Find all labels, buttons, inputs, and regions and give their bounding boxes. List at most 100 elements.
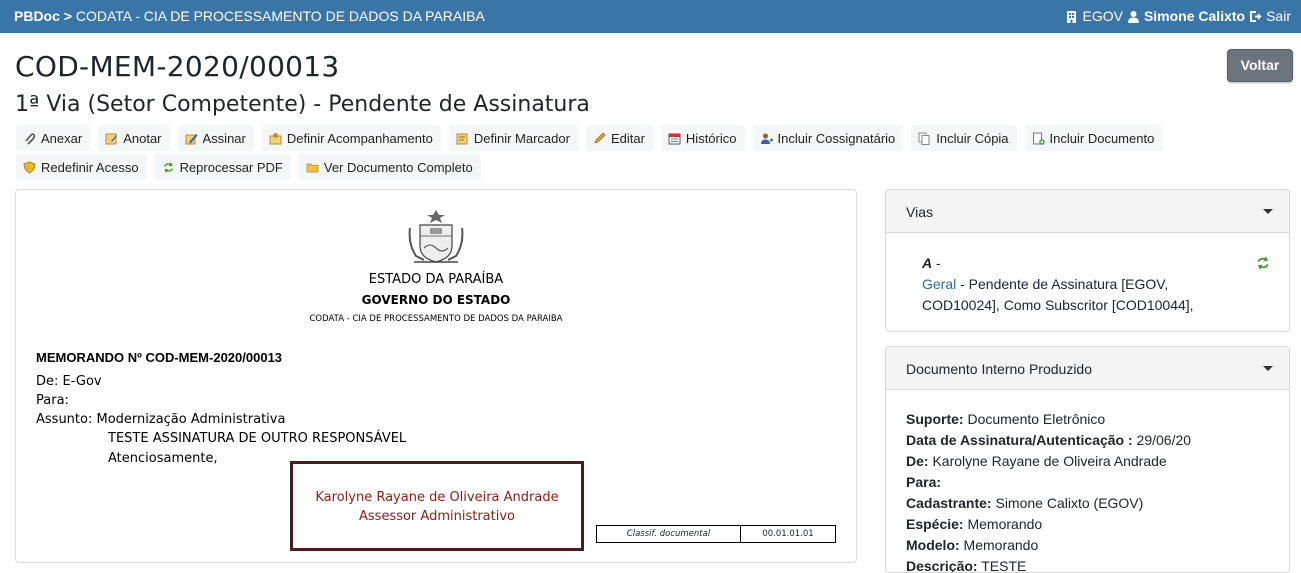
- history-label: Histórico: [685, 130, 737, 146]
- annotate-button[interactable]: Anotar: [98, 125, 170, 151]
- history-button[interactable]: Histórico: [660, 125, 745, 151]
- attach-button[interactable]: Anexar: [16, 125, 91, 151]
- edit-button[interactable]: Editar: [585, 125, 653, 151]
- attach-label: Anexar: [41, 130, 83, 146]
- caret-down-icon[interactable]: [1263, 366, 1273, 371]
- sign-button[interactable]: Assinar: [177, 125, 254, 151]
- organization-name: CODATA - CIA DE PROCESSAMENTO DE DADOS D…: [75, 8, 485, 24]
- caret-down-icon[interactable]: [1263, 209, 1273, 214]
- tag-icon: [456, 133, 468, 144]
- paperclip-icon: [25, 132, 36, 145]
- follow-icon: [269, 132, 282, 144]
- define-marker-button[interactable]: Definir Marcador: [448, 125, 578, 151]
- refresh-icon[interactable]: [1255, 255, 1271, 271]
- reprocess-pdf-label: Reprocessar PDF: [179, 159, 283, 175]
- vias-panel-header[interactable]: Vias: [886, 190, 1289, 233]
- copy-icon: [918, 132, 930, 145]
- brand-separator: >: [63, 8, 72, 24]
- prop-label: Descrição:: [906, 558, 978, 573]
- shield-icon: [23, 161, 36, 173]
- vias-header-title: Vias: [906, 204, 933, 220]
- add-document-label: Incluir Documento: [1049, 130, 1155, 146]
- via-status-line2: COD10024], Como Subscritor [COD10044],: [922, 297, 1194, 313]
- add-copy-label: Incluir Cópia: [936, 130, 1009, 146]
- action-toolbar-row1: Anexar Anotar Assinar Definir Acompanham…: [16, 125, 1206, 151]
- page-title: COD-MEM-2020/00013: [15, 50, 340, 83]
- prop-label: Suporte:: [906, 411, 964, 427]
- unit-label[interactable]: EGOV: [1082, 8, 1122, 24]
- edit-label: Editar: [610, 130, 645, 146]
- navbar-brand[interactable]: PBDoc > CODATA - CIA DE PROCESSAMENTO DE…: [14, 8, 485, 24]
- prop-label: Modelo:: [906, 537, 960, 553]
- internal-document-header[interactable]: Documento Interno Produzido: [886, 347, 1289, 390]
- refresh-icon: [163, 161, 173, 173]
- prop-value: Simone Calixto (EGOV): [995, 495, 1144, 511]
- view-full-document-button[interactable]: Ver Documento Completo: [298, 154, 481, 180]
- user-add-icon: [760, 132, 773, 144]
- via-letter-line: A -: [922, 255, 941, 271]
- document-add-icon: [1032, 132, 1045, 145]
- via-status-line: Geral - Pendente de Assinatura [EGOV,: [922, 276, 1168, 292]
- via-geral-link[interactable]: Geral: [922, 276, 956, 292]
- add-copy-button[interactable]: Incluir Cópia: [911, 125, 1017, 151]
- internal-document-title: Documento Interno Produzido: [906, 361, 1092, 377]
- prop-de: De: Karolyne Rayane de Oliveira Andrade: [906, 451, 1191, 472]
- prop-data-assinatura: Data de Assinatura/Autenticação : 29/06/…: [906, 430, 1191, 451]
- signature-box: Karolyne Rayane de Oliveira Andrade Asse…: [290, 461, 584, 551]
- prop-modelo: Modelo: Memorando: [906, 535, 1191, 556]
- prop-value: Memorando: [967, 516, 1043, 532]
- define-follow-button[interactable]: Definir Acompanhamento: [261, 125, 441, 151]
- memo-title: MEMORANDO Nº COD-MEM-2020/00013: [36, 350, 283, 365]
- state-name: ESTADO DA PARAÍBA: [368, 272, 504, 287]
- coat-of-arms-icon: [408, 210, 464, 263]
- redefine-access-button[interactable]: Redefinir Acesso: [16, 154, 147, 180]
- back-button[interactable]: Voltar: [1227, 49, 1293, 82]
- prop-para: Para:: [906, 472, 1191, 493]
- prop-label: Espécie:: [906, 516, 964, 532]
- logout-icon: [1250, 10, 1262, 22]
- sign-label: Assinar: [202, 130, 246, 146]
- document-preview: ESTADO DA PARAÍBA GOVERNO DO ESTADO CODA…: [15, 189, 857, 563]
- vias-panel: Vias A - Geral - Pendente de Assinatura …: [885, 189, 1290, 332]
- memo-subject: Assunto: Modernização Administrativa: [36, 412, 286, 427]
- prop-label: Data de Assinatura/Autenticação :: [906, 432, 1133, 448]
- folder-icon: [306, 163, 319, 172]
- logout-link[interactable]: Sair: [1266, 8, 1291, 24]
- add-cosigner-label: Incluir Cossignatário: [777, 130, 896, 146]
- prop-value: Memorando: [963, 537, 1039, 553]
- signer-name: Karolyne Rayane de Oliveira Andrade: [315, 490, 559, 505]
- prop-value: TESTE: [981, 558, 1027, 573]
- add-cosigner-button[interactable]: Incluir Cossignatário: [752, 125, 904, 151]
- memo-from: De: E-Gov: [36, 374, 102, 389]
- memo-closing: Atenciosamente,: [108, 451, 218, 466]
- user-name[interactable]: Simone Calixto: [1144, 8, 1245, 24]
- pencil-icon: [594, 132, 606, 143]
- via-letter: A: [922, 255, 933, 271]
- reprocess-pdf-button[interactable]: Reprocessar PDF: [154, 154, 291, 180]
- sign-icon: [185, 133, 198, 144]
- add-document-button[interactable]: Incluir Documento: [1024, 125, 1163, 151]
- prop-value: Documento Eletrônico: [967, 411, 1106, 427]
- internal-document-panel: Documento Interno Produzido Suporte: Doc…: [885, 346, 1290, 573]
- annotate-label: Anotar: [123, 130, 162, 146]
- note-icon: [105, 133, 118, 144]
- user-icon: [1127, 10, 1139, 23]
- building-icon: [1067, 10, 1077, 23]
- government-name: GOVERNO DO ESTADO: [361, 293, 511, 307]
- prop-label: Cadastrante:: [906, 495, 992, 511]
- via-status-text: - Pendente de Assinatura [EGOV,: [960, 276, 1169, 292]
- brand-name: PBDoc: [14, 8, 60, 24]
- action-toolbar-row2: Redefinir Acesso Reprocessar PDF Ver Doc…: [16, 154, 1206, 180]
- prop-suporte: Suporte: Documento Eletrônico: [906, 409, 1191, 430]
- classification-value: 00.01.01.01: [762, 529, 814, 539]
- define-marker-label: Definir Marcador: [473, 130, 570, 146]
- prop-label: De:: [906, 453, 929, 469]
- calendar-icon: [668, 133, 681, 144]
- page-subtitle: 1ª Via (Setor Competente) - Pendente de …: [15, 92, 590, 117]
- prop-cadastrante: Cadastrante: Simone Calixto (EGOV): [906, 493, 1191, 514]
- navbar-user-area: EGOV Simone Calixto Sair: [1065, 8, 1291, 24]
- prop-value: 29/06/20: [1136, 432, 1192, 448]
- company-name: CODATA - CIA DE PROCESSAMENTO DE DADOS D…: [309, 314, 563, 324]
- classification-label: Classif. documental: [597, 526, 741, 542]
- via-dash: -: [936, 255, 941, 271]
